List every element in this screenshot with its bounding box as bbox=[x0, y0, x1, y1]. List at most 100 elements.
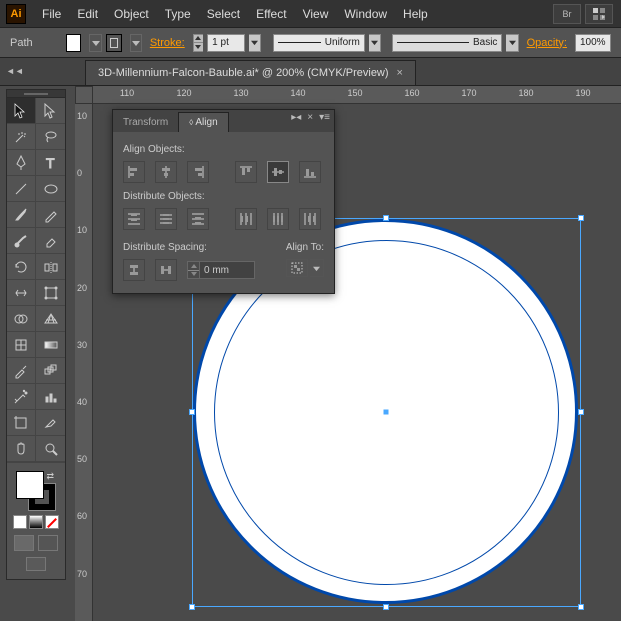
selection-handle[interactable] bbox=[383, 604, 389, 610]
type-tool[interactable]: T bbox=[36, 150, 65, 176]
vertical-align-top-button[interactable] bbox=[235, 161, 257, 183]
eraser-tool[interactable] bbox=[36, 228, 65, 254]
vertical-distribute-space-button[interactable] bbox=[123, 259, 145, 281]
vertical-distribute-center-button[interactable] bbox=[155, 208, 177, 230]
selection-handle[interactable] bbox=[189, 409, 195, 415]
paintbrush-tool[interactable] bbox=[7, 202, 36, 228]
collapse-panels-icon[interactable]: ◄◄ bbox=[6, 66, 24, 76]
reflect-tool[interactable] bbox=[36, 254, 65, 280]
gradient-mode-button[interactable] bbox=[29, 515, 43, 529]
menu-effect[interactable]: Effect bbox=[248, 3, 294, 25]
shape-builder-tool[interactable] bbox=[7, 306, 36, 332]
none-mode-button[interactable] bbox=[45, 515, 59, 529]
horizontal-align-right-button[interactable] bbox=[187, 161, 209, 183]
arrange-documents-button[interactable] bbox=[585, 4, 613, 24]
panel-menu-icon[interactable]: ▾≡ bbox=[319, 112, 330, 123]
menu-edit[interactable]: Edit bbox=[69, 3, 106, 25]
ellipse-tool[interactable] bbox=[36, 176, 65, 202]
selection-handle[interactable] bbox=[383, 215, 389, 221]
brush-definition[interactable]: Basic bbox=[392, 34, 502, 52]
variable-width-profile[interactable]: Uniform bbox=[273, 34, 365, 52]
mesh-tool[interactable] bbox=[7, 332, 36, 358]
horizontal-align-left-button[interactable] bbox=[123, 161, 145, 183]
width-scale-tool[interactable] bbox=[7, 280, 36, 306]
pen-tool[interactable] bbox=[7, 150, 36, 176]
fill-dropdown[interactable] bbox=[89, 34, 101, 52]
brush-dropdown[interactable] bbox=[506, 34, 518, 52]
tab-transform[interactable]: Transform bbox=[113, 113, 178, 132]
lasso-tool[interactable] bbox=[36, 124, 65, 150]
horizontal-align-center-button[interactable] bbox=[155, 161, 177, 183]
swap-fill-stroke-icon[interactable]: ⇄ bbox=[46, 471, 54, 482]
menu-help[interactable]: Help bbox=[395, 3, 436, 25]
profile-dropdown[interactable] bbox=[369, 34, 381, 52]
distribute-spacing-label: Distribute Spacing: bbox=[123, 242, 255, 253]
ruler-origin[interactable] bbox=[75, 86, 93, 104]
stroke-dropdown[interactable] bbox=[130, 34, 142, 52]
eyedropper-tool[interactable] bbox=[7, 358, 36, 384]
artboard-tool[interactable] bbox=[7, 410, 36, 436]
direct-selection-tool[interactable] bbox=[36, 98, 65, 124]
magic-wand-tool[interactable] bbox=[7, 124, 36, 150]
horizontal-distribute-center-button[interactable] bbox=[267, 208, 289, 230]
line-segment-tool[interactable] bbox=[7, 176, 36, 202]
stroke-weight-stepper[interactable] bbox=[193, 34, 203, 52]
blob-brush-tool[interactable] bbox=[7, 228, 36, 254]
fill-color-box[interactable] bbox=[16, 471, 44, 499]
vertical-align-bottom-button[interactable] bbox=[299, 161, 321, 183]
vertical-ruler[interactable]: 10 0 10 20 30 40 50 60 70 bbox=[75, 104, 93, 621]
horizontal-ruler[interactable]: 110 120 130 140 150 160 170 180 190 bbox=[93, 86, 621, 104]
menu-object[interactable]: Object bbox=[106, 3, 157, 25]
align-to-selection-button[interactable] bbox=[286, 259, 308, 277]
horizontal-distribute-space-button[interactable] bbox=[155, 259, 177, 281]
zoom-tool[interactable] bbox=[36, 436, 65, 462]
opacity-link[interactable]: Opacity: bbox=[527, 37, 567, 49]
blend-tool[interactable] bbox=[36, 358, 65, 384]
symbol-sprayer-tool[interactable] bbox=[7, 384, 36, 410]
menu-view[interactable]: View bbox=[295, 3, 337, 25]
selection-tool[interactable] bbox=[7, 98, 36, 124]
menu-window[interactable]: Window bbox=[336, 3, 395, 25]
panel-collapse-icon[interactable]: ▸◂ bbox=[291, 112, 301, 123]
selection-handle[interactable] bbox=[578, 604, 584, 610]
selection-handle[interactable] bbox=[578, 409, 584, 415]
tools-panel-grip[interactable] bbox=[7, 90, 65, 98]
fill-swatch[interactable] bbox=[66, 34, 82, 52]
column-graph-tool[interactable] bbox=[36, 384, 65, 410]
stroke-swatch[interactable] bbox=[106, 34, 122, 52]
perspective-grid-tool[interactable] bbox=[36, 306, 65, 332]
menu-file[interactable]: File bbox=[34, 3, 69, 25]
slice-tool[interactable] bbox=[36, 410, 65, 436]
menu-select[interactable]: Select bbox=[199, 3, 248, 25]
pencil-tool[interactable] bbox=[36, 202, 65, 228]
stroke-weight-input[interactable]: 1 pt bbox=[207, 34, 245, 52]
draw-normal-button[interactable] bbox=[14, 535, 34, 551]
stroke-link[interactable]: Stroke: bbox=[150, 37, 185, 49]
document-tab[interactable]: 3D-Millennium-Falcon-Bauble.ai* @ 200% (… bbox=[85, 60, 416, 85]
fill-stroke-indicator[interactable]: ⇄ bbox=[16, 471, 56, 511]
spacing-stepper[interactable] bbox=[187, 261, 199, 279]
opacity-input[interactable]: 100% bbox=[575, 34, 611, 52]
free-transform-tool[interactable] bbox=[36, 280, 65, 306]
selection-handle[interactable] bbox=[578, 215, 584, 221]
menu-type[interactable]: Type bbox=[157, 3, 199, 25]
color-mode-button[interactable] bbox=[13, 515, 27, 529]
selection-handle[interactable] bbox=[189, 604, 195, 610]
tab-align[interactable]: ◊ Align bbox=[178, 112, 228, 132]
bridge-button[interactable]: Br bbox=[553, 4, 581, 24]
horizontal-distribute-right-button[interactable] bbox=[299, 208, 321, 230]
panel-close-icon[interactable]: × bbox=[307, 112, 313, 123]
stroke-weight-dropdown[interactable] bbox=[249, 34, 261, 52]
close-tab-icon[interactable]: × bbox=[397, 67, 403, 79]
draw-behind-button[interactable] bbox=[38, 535, 58, 551]
rotate-tool[interactable] bbox=[7, 254, 36, 280]
screen-mode-button[interactable] bbox=[26, 557, 46, 571]
vertical-align-center-button[interactable] bbox=[267, 161, 289, 183]
spacing-value-input[interactable]: 0 mm bbox=[199, 261, 255, 279]
hand-tool[interactable] bbox=[7, 436, 36, 462]
align-to-dropdown[interactable] bbox=[310, 259, 324, 277]
gradient-tool[interactable] bbox=[36, 332, 65, 358]
horizontal-distribute-left-button[interactable] bbox=[235, 208, 257, 230]
vertical-distribute-bottom-button[interactable] bbox=[187, 208, 209, 230]
vertical-distribute-top-button[interactable] bbox=[123, 208, 145, 230]
